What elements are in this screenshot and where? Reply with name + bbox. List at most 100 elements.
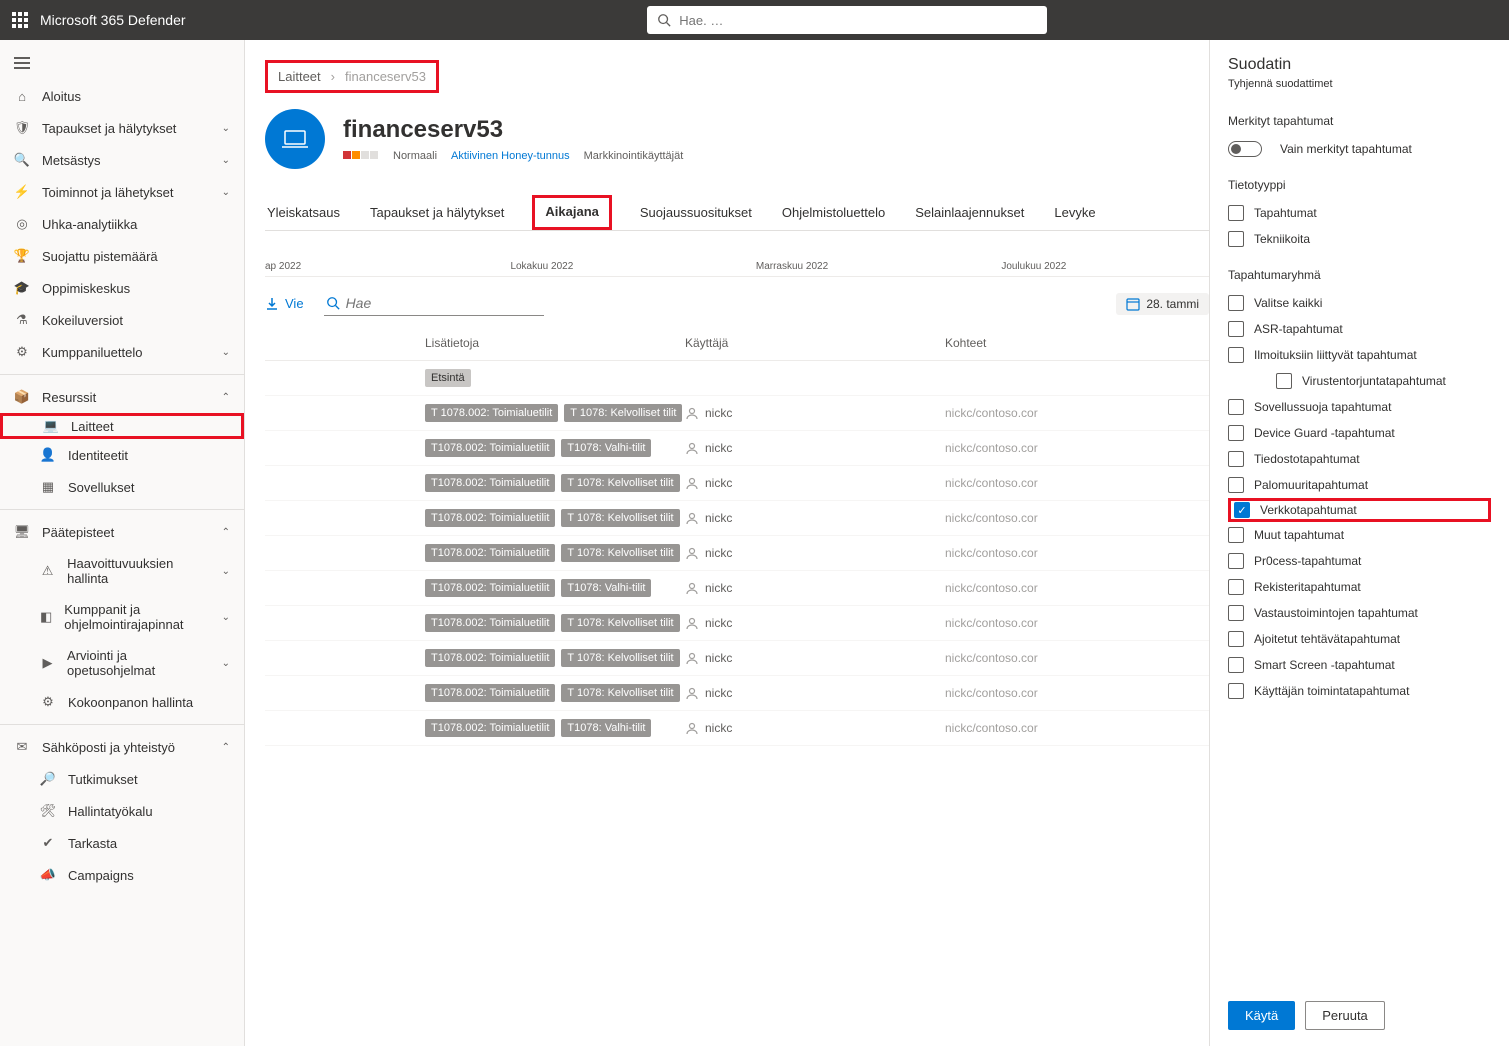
col-target[interactable]: Kohteet	[945, 336, 1145, 350]
cancel-button[interactable]: Peruuta	[1305, 1001, 1385, 1030]
config-icon: ⚙	[40, 694, 56, 710]
checkbox-palomuuritapahtumat[interactable]: Palomuuritapahtumat	[1228, 472, 1491, 498]
breadcrumb-root[interactable]: Laitteet	[278, 69, 321, 84]
table-row[interactable]: T 1078.002: ToimialuetilitT 1078: Kelvol…	[265, 396, 1209, 431]
checkbox-icon[interactable]	[1228, 451, 1244, 467]
breadcrumb-current: financeserv53	[345, 69, 426, 84]
checkbox-tekniikoita[interactable]: Tekniikoita	[1228, 226, 1491, 252]
tab-selainlaajennukset[interactable]: Selainlaajennukset	[913, 195, 1026, 230]
nav-item-tutkimukset[interactable]: 🔎Tutkimukset	[0, 763, 244, 795]
table-row[interactable]: T1078.002: ToimialuetilitT 1078: Kelvoll…	[265, 676, 1209, 711]
checkbox-vastaustoimintojen-tapahtumat[interactable]: Vastaustoimintojen tapahtumat	[1228, 600, 1491, 626]
tab-levyke[interactable]: Levyke	[1052, 195, 1097, 230]
clear-filters-link[interactable]: Tyhjennä suodattimet	[1228, 78, 1491, 90]
table-row[interactable]: T1078.002: ToimialuetilitT1078: Valhi-ti…	[265, 571, 1209, 606]
checkbox-icon[interactable]	[1228, 605, 1244, 621]
nav-item-tarkasta[interactable]: ✔Tarkasta	[0, 827, 244, 859]
timeline-search-input[interactable]	[346, 295, 542, 311]
technique-tag: T 1078.002: Toimialuetilit	[425, 404, 558, 422]
nav-item-kumppanit-ja-ohjelmointirajapinnat[interactable]: ◧Kumppanit ja ohjelmointirajapinnat⌄	[0, 594, 244, 640]
nav-item-campaigns[interactable]: 📣Campaigns	[0, 859, 244, 891]
nav-item-uhka-analytiikka[interactable]: ◎Uhka-analytiikka	[0, 208, 244, 240]
checkbox-sovellussuoja-tapahtumat[interactable]: Sovellussuoja tapahtumat	[1228, 394, 1491, 420]
nav-item-toiminnot-ja-l-hetykset[interactable]: ⚡Toiminnot ja lähetykset⌄	[0, 176, 244, 208]
nav-item-kokeiluversiot[interactable]: ⚗Kokeiluversiot	[0, 304, 244, 336]
checkbox-ajoitetut-teht-v-tapahtumat[interactable]: Ajoitetut tehtävätapahtumat	[1228, 626, 1491, 652]
table-row[interactable]: T1078.002: ToimialuetilitT 1078: Kelvoll…	[265, 536, 1209, 571]
checkbox-icon[interactable]	[1228, 205, 1244, 221]
date-range-button[interactable]: 28. tammi	[1116, 293, 1209, 315]
checkbox-muut-tapahtumat[interactable]: Muut tapahtumat	[1228, 522, 1491, 548]
nav-item-kokoonpanon-hallinta[interactable]: ⚙Kokoonpanon hallinta	[0, 686, 244, 718]
nav-endpoints[interactable]: 🖥 Päätepisteet ⌃	[0, 516, 244, 548]
checkbox-virustentorjuntatapahtumat[interactable]: Virustentorjuntatapahtumat	[1228, 368, 1491, 394]
checkbox-verkkotapahtumat[interactable]: ✓Verkkotapahtumat	[1228, 498, 1491, 522]
nav-item-hallintaty-kalu[interactable]: 🛠Hallintatyökalu	[0, 795, 244, 827]
checkbox-icon[interactable]	[1276, 373, 1292, 389]
nav-email[interactable]: ✉ Sähköposti ja yhteistyö ⌃	[0, 731, 244, 763]
checkbox-icon[interactable]	[1228, 657, 1244, 673]
checkbox-tiedostotapahtumat[interactable]: Tiedostotapahtumat	[1228, 446, 1491, 472]
col-user[interactable]: Käyttäjä	[685, 336, 945, 350]
global-search-input[interactable]	[679, 13, 1037, 28]
tab-suojaussuositukset[interactable]: Suojaussuositukset	[638, 195, 754, 230]
checkbox-device-guard-tapahtumat[interactable]: Device Guard -tapahtumat	[1228, 420, 1491, 446]
checkbox-icon[interactable]	[1228, 399, 1244, 415]
nav-item-sovellukset[interactable]: ▦Sovellukset	[0, 471, 244, 503]
checkbox-tapahtumat[interactable]: Tapahtumat	[1228, 200, 1491, 226]
laptop-icon: 💻	[43, 418, 59, 434]
nav-label: Tapaukset ja hälytykset	[42, 121, 176, 136]
table-row[interactable]: T1078.002: ToimialuetilitT1078: Valhi-ti…	[265, 431, 1209, 466]
checkbox-icon[interactable]	[1228, 631, 1244, 647]
collapse-sidebar-button[interactable]	[0, 46, 244, 80]
tab-ohjelmistoluettelo[interactable]: Ohjelmistoluettelo	[780, 195, 887, 230]
timeline-axis[interactable]: ap 2022 Lokakuu 2022 Marraskuu 2022 Joul…	[265, 237, 1209, 277]
checkbox-icon[interactable]: ✓	[1234, 502, 1250, 518]
table-row[interactable]: Etsintä	[265, 361, 1209, 396]
app-launcher-icon[interactable]	[12, 12, 28, 28]
checkbox-k-ytt-j-n-toimintatapahtumat[interactable]: Käyttäjän toimintatapahtumat	[1228, 678, 1491, 704]
tab-tapaukset-ja-h-lytykset[interactable]: Tapaukset ja hälytykset	[368, 195, 506, 230]
nav-item-suojattu-pistem-r-[interactable]: 🏆Suojattu pistemäärä	[0, 240, 244, 272]
checkbox-rekisteritapahtumat[interactable]: Rekisteritapahtumat	[1228, 574, 1491, 600]
nav-item-aloitus[interactable]: ⌂Aloitus	[0, 80, 244, 112]
checkbox-pr-cess-tapahtumat[interactable]: Pr0cess-tapahtumat	[1228, 548, 1491, 574]
checkbox-icon[interactable]	[1228, 683, 1244, 699]
toggle-icon[interactable]	[1228, 141, 1262, 157]
export-button[interactable]: Vie	[265, 296, 304, 311]
col-info[interactable]: Lisätietoja	[425, 336, 685, 350]
checkbox-icon[interactable]	[1228, 321, 1244, 337]
checkbox-smart-screen-tapahtumat[interactable]: Smart Screen -tapahtumat	[1228, 652, 1491, 678]
nav-item-haavoittuvuuksien-hallinta[interactable]: ⚠Haavoittuvuuksien hallinta⌄	[0, 548, 244, 594]
tab-aikajana[interactable]: Aikajana	[532, 195, 611, 230]
checkbox-valitse-kaikki[interactable]: Valitse kaikki	[1228, 290, 1491, 316]
checkbox-icon[interactable]	[1228, 579, 1244, 595]
nav-item-laitteet[interactable]: 💻Laitteet	[0, 413, 244, 439]
table-row[interactable]: T1078.002: ToimialuetilitT 1078: Kelvoll…	[265, 641, 1209, 676]
table-row[interactable]: T1078.002: ToimialuetilitT 1078: Kelvoll…	[265, 606, 1209, 641]
checkbox-icon[interactable]	[1228, 347, 1244, 363]
nav-item-identiteetit[interactable]: 👤Identiteetit	[0, 439, 244, 471]
table-row[interactable]: T1078.002: ToimialuetilitT 1078: Kelvoll…	[265, 501, 1209, 536]
nav-item-kumppaniluettelo[interactable]: ⚙Kumppaniluettelo⌄	[0, 336, 244, 368]
table-row[interactable]: T1078.002: ToimialuetilitT 1078: Kelvoll…	[265, 466, 1209, 501]
checkbox-icon[interactable]	[1228, 527, 1244, 543]
checkbox-asr-tapahtumat[interactable]: ASR-tapahtumat	[1228, 316, 1491, 342]
flagged-toggle-row[interactable]: Vain merkityt tapahtumat	[1228, 136, 1491, 162]
nav-item-mets-stys[interactable]: 🔍Metsästys⌄	[0, 144, 244, 176]
nav-item-oppimiskeskus[interactable]: 🎓Oppimiskeskus	[0, 272, 244, 304]
checkbox-ilmoituksiin-liittyv-t-tapahtumat[interactable]: Ilmoituksiin liittyvät tapahtumat	[1228, 342, 1491, 368]
checkbox-icon[interactable]	[1228, 553, 1244, 569]
global-search[interactable]	[647, 6, 1047, 34]
tab-yleiskatsaus[interactable]: Yleiskatsaus	[265, 195, 342, 230]
nav-item-arviointi-ja-opetusohjelmat[interactable]: ▶Arviointi ja opetusohjelmat⌄	[0, 640, 244, 686]
nav-item-tapaukset-ja-h-lytykset[interactable]: 🛡Tapaukset ja hälytykset⌄	[0, 112, 244, 144]
checkbox-icon[interactable]	[1228, 231, 1244, 247]
checkbox-icon[interactable]	[1228, 295, 1244, 311]
table-row[interactable]: T1078.002: ToimialuetilitT1078: Valhi-ti…	[265, 711, 1209, 746]
checkbox-icon[interactable]	[1228, 477, 1244, 493]
checkbox-icon[interactable]	[1228, 425, 1244, 441]
timeline-search[interactable]	[324, 291, 544, 316]
nav-resources[interactable]: 📦 Resurssit ⌃	[0, 381, 244, 413]
apply-button[interactable]: Käytä	[1228, 1001, 1295, 1030]
